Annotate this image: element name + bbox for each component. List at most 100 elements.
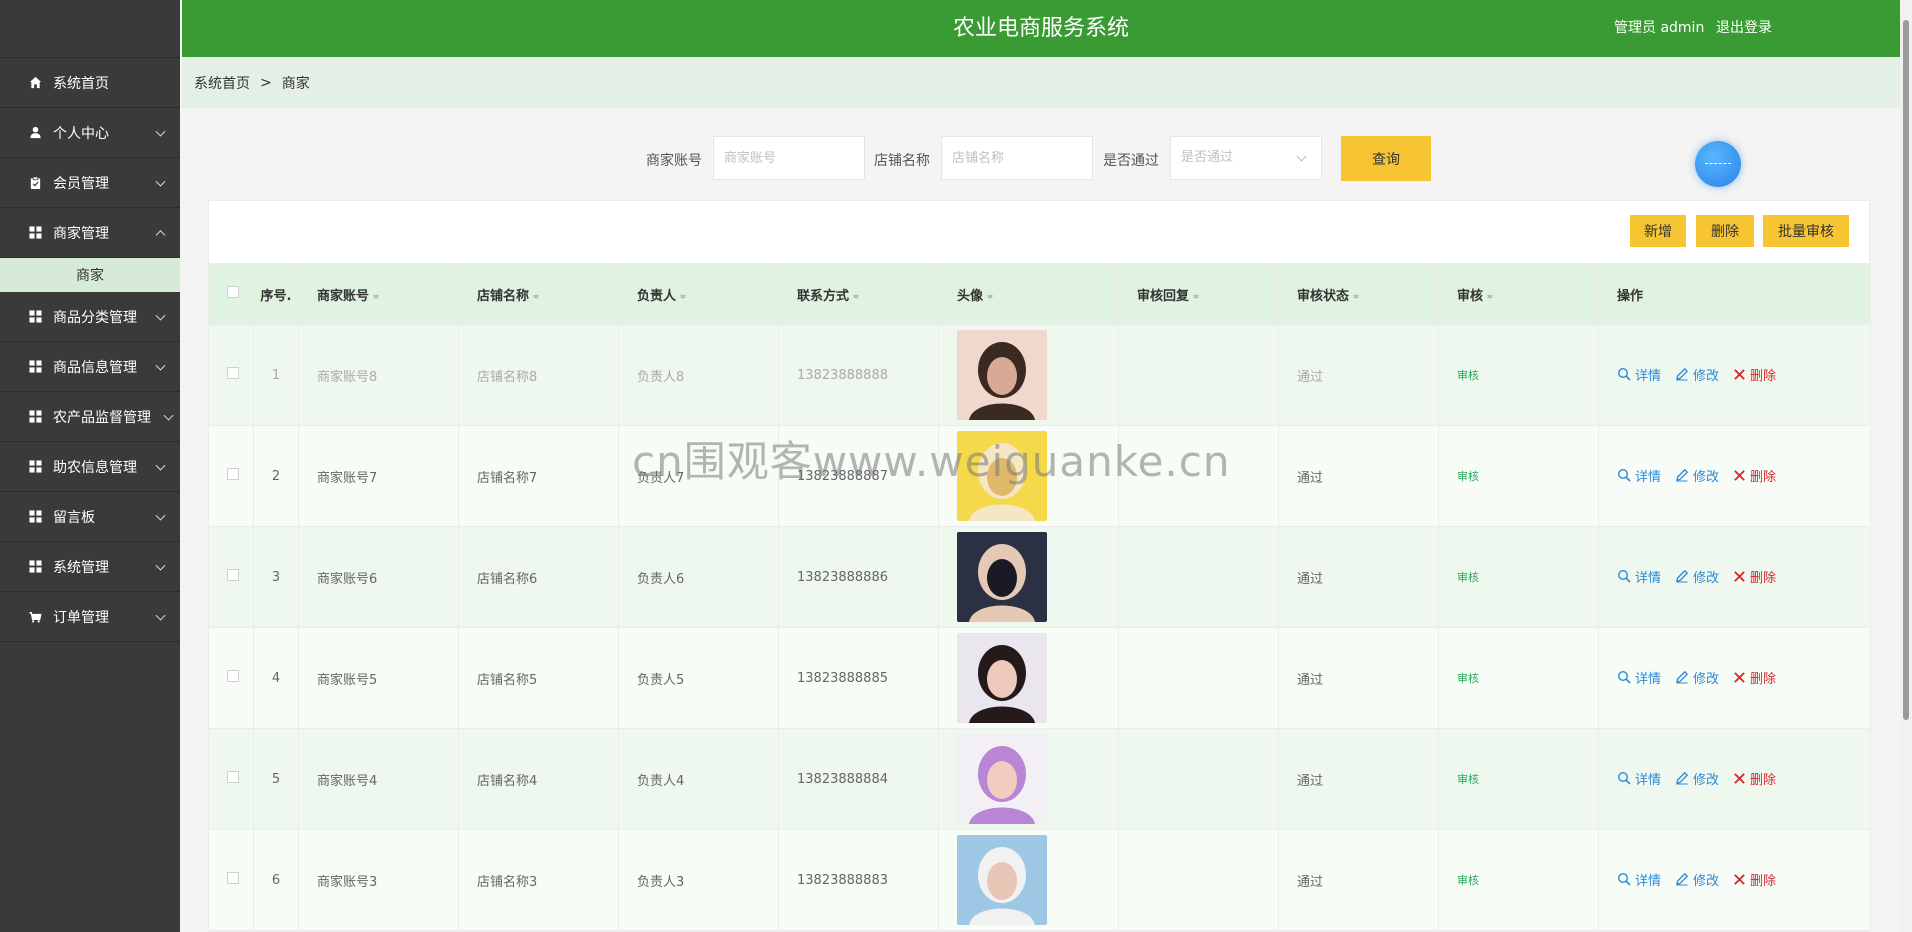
pass-filter-select[interactable]: 是否通过: [1170, 136, 1322, 180]
edit-button[interactable]: 修改: [1675, 769, 1719, 788]
scrollbar-thumb[interactable]: [1903, 20, 1909, 720]
sort-icon[interactable]: [1193, 291, 1200, 302]
page-scrollbar[interactable]: [1900, 0, 1912, 932]
avatar[interactable]: [957, 734, 1047, 824]
col-avatar[interactable]: 头像: [938, 263, 1119, 325]
row-checkbox[interactable]: [227, 872, 239, 884]
sidebar-item-home[interactable]: 系统首页: [0, 58, 180, 108]
row-checkbox[interactable]: [227, 569, 239, 581]
sidebar-item-message-board[interactable]: 留言板: [0, 492, 180, 542]
edit-button[interactable]: 修改: [1675, 567, 1719, 586]
account-search-input[interactable]: [713, 136, 865, 180]
sidebar-item-label: 商品信息管理: [53, 359, 137, 376]
detail-button[interactable]: 详情: [1617, 870, 1661, 889]
sidebar-item-category[interactable]: 商品分类管理: [0, 292, 180, 342]
row-select-cell[interactable]: [208, 526, 254, 628]
edit-button[interactable]: 修改: [1675, 365, 1719, 384]
logout-link[interactable]: 退出登录: [1716, 17, 1772, 37]
detail-button[interactable]: 详情: [1617, 466, 1661, 485]
delete-button[interactable]: 删除: [1696, 215, 1754, 247]
col-account[interactable]: 商家账号: [298, 263, 459, 325]
chevron-up-icon: [155, 229, 166, 240]
row-select-cell[interactable]: [208, 627, 254, 729]
detail-button[interactable]: 详情: [1617, 769, 1661, 788]
col-shop[interactable]: 店铺名称: [458, 263, 619, 325]
sidebar-item-members[interactable]: 会员管理: [0, 158, 180, 208]
sidebar-subitem-merchant[interactable]: 商家: [0, 258, 180, 292]
edit-button[interactable]: 修改: [1675, 668, 1719, 687]
sort-icon[interactable]: [987, 291, 994, 302]
col-audit[interactable]: 审核: [1438, 263, 1599, 325]
row-select-cell[interactable]: [208, 425, 254, 527]
row-delete-button[interactable]: 删除: [1733, 567, 1776, 586]
col-status[interactable]: 审核状态: [1278, 263, 1439, 325]
row-audit-link[interactable]: 审核: [1457, 571, 1479, 584]
sort-icon[interactable]: [1353, 291, 1360, 302]
row-audit-link[interactable]: 审核: [1457, 369, 1479, 382]
sort-icon[interactable]: [373, 291, 380, 302]
detail-button[interactable]: 详情: [1617, 365, 1661, 384]
detail-button[interactable]: 详情: [1617, 668, 1661, 687]
row-select-cell[interactable]: [208, 829, 254, 931]
sidebar-item-merchants[interactable]: 商家管理: [0, 208, 180, 258]
row-account: 商家账号7: [298, 425, 459, 527]
row-audit-link[interactable]: 审核: [1457, 773, 1479, 786]
query-button[interactable]: 查询: [1341, 136, 1431, 181]
row-select-cell[interactable]: [208, 728, 254, 830]
row-checkbox[interactable]: [227, 771, 239, 783]
row-checkbox[interactable]: [227, 468, 239, 480]
row-delete-button[interactable]: 删除: [1733, 668, 1776, 687]
row-audit-link[interactable]: 审核: [1457, 672, 1479, 685]
edit-label: 修改: [1693, 368, 1720, 384]
sort-icon[interactable]: [680, 291, 687, 302]
table-row[interactable]: 1 商家账号8 店铺名称8 负责人8 13823888888 通过 审核 详情 修改 删除: [208, 324, 1871, 426]
breadcrumb-current: 商家: [281, 75, 310, 92]
detail-button[interactable]: 详情: [1617, 567, 1661, 586]
row-audit-link[interactable]: 审核: [1457, 874, 1479, 887]
row-delete-button[interactable]: 删除: [1733, 466, 1776, 485]
pass-filter-label: 是否通过: [1103, 153, 1159, 169]
table-row[interactable]: 5 商家账号4 店铺名称4 负责人4 13823888884 通过 审核 详情 修改 删除: [208, 728, 1871, 830]
add-button[interactable]: 新增: [1630, 215, 1686, 247]
row-delete-button[interactable]: 删除: [1733, 769, 1776, 788]
avatar[interactable]: [957, 835, 1047, 925]
sidebar-item-personal[interactable]: 个人中心: [0, 108, 180, 158]
row-select-cell[interactable]: [208, 324, 254, 426]
row-delete-button[interactable]: 删除: [1733, 365, 1776, 384]
avatar[interactable]: [957, 633, 1047, 723]
table-row[interactable]: 3 商家账号6 店铺名称6 负责人6 13823888886 通过 审核 详情 修改 删除: [208, 526, 1871, 628]
select-all-cell[interactable]: [208, 263, 254, 325]
select-all-checkbox[interactable]: [227, 286, 239, 298]
row-index: 5: [253, 728, 299, 830]
sort-icon[interactable]: [533, 291, 540, 302]
shop-search-input[interactable]: [941, 136, 1093, 180]
avatar[interactable]: [957, 431, 1047, 521]
col-owner[interactable]: 负责人: [618, 263, 779, 325]
sort-icon[interactable]: [1487, 291, 1494, 302]
sidebar-item-farm-aid[interactable]: 助农信息管理: [0, 442, 180, 492]
col-reply[interactable]: 审核回复: [1118, 263, 1279, 325]
row-delete-button[interactable]: 删除: [1733, 870, 1776, 889]
sidebar-item-products[interactable]: 商品信息管理: [0, 342, 180, 392]
row-checkbox[interactable]: [227, 670, 239, 682]
table-row[interactable]: 2 商家账号7 店铺名称7 负责人7 13823888887 通过 审核 详情 修改 删除: [208, 425, 1871, 527]
breadcrumb-home[interactable]: 系统首页: [194, 73, 250, 93]
floating-menu-icon[interactable]: [1695, 141, 1741, 187]
sidebar-top: [0, 0, 180, 58]
sort-icon[interactable]: [853, 291, 860, 302]
sidebar-item-orders[interactable]: 订单管理: [0, 592, 180, 642]
edit-icon: [1676, 469, 1689, 482]
avatar[interactable]: [957, 532, 1047, 622]
grid-icon: [28, 560, 42, 574]
row-checkbox[interactable]: [227, 367, 239, 379]
avatar[interactable]: [957, 330, 1047, 420]
row-audit-link[interactable]: 审核: [1457, 470, 1479, 483]
col-phone[interactable]: 联系方式: [778, 263, 939, 325]
sidebar-item-supervision[interactable]: 农产品监督管理: [0, 392, 180, 442]
edit-button[interactable]: 修改: [1675, 870, 1719, 889]
table-row[interactable]: 4 商家账号5 店铺名称5 负责人5 13823888885 通过 审核 详情 修改 删除: [208, 627, 1871, 729]
edit-button[interactable]: 修改: [1675, 466, 1719, 485]
batch-audit-button[interactable]: 批量审核: [1763, 215, 1849, 247]
sidebar-item-system[interactable]: 系统管理: [0, 542, 180, 592]
table-row[interactable]: 6 商家账号3 店铺名称3 负责人3 13823888883 通过 审核 详情 修改 删除: [208, 829, 1871, 931]
